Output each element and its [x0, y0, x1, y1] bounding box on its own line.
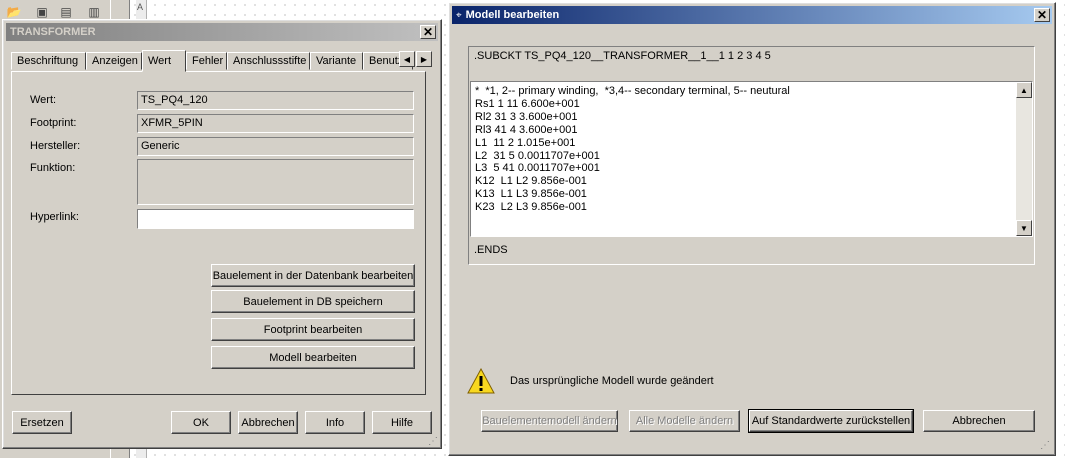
tab-fehler[interactable]: Fehler: [186, 52, 227, 70]
tab-anschlussstifte[interactable]: Anschlussstifte: [227, 52, 310, 70]
model-line: Rl2 31 3 3.600e+001: [475, 110, 578, 123]
ok-button[interactable]: OK: [171, 411, 231, 434]
model-line: L1 11 2 1.015e+001: [475, 136, 576, 149]
model-line: K23 L2 L3 9.856e-001: [475, 201, 587, 214]
model-line: L3 5 41 0.0011707e+001: [475, 162, 600, 175]
new-sheet-icon[interactable]: ▤: [58, 4, 74, 20]
tab-scroll-right-icon[interactable]: ▶: [416, 51, 432, 67]
model-lines: * *1, 2-- primary winding, *3,4-- second…: [471, 82, 1032, 214]
scroll-up-icon[interactable]: ▲: [1016, 82, 1032, 98]
tab-strip: Beschriftung Anzeigen Wert Fehler Anschl…: [11, 50, 416, 72]
ends-line: .ENDS: [474, 244, 508, 256]
wert-label: Wert:: [30, 94, 57, 106]
edit-in-database-button[interactable]: Bauelement in der Datenbank bearbeiten: [211, 264, 415, 287]
vertical-scrollbar[interactable]: ▲ ▼: [1016, 82, 1032, 236]
funktion-field: [137, 159, 414, 205]
info-button[interactable]: Info: [305, 411, 365, 434]
funktion-label: Funktion:: [30, 162, 76, 174]
hersteller-field: Generic: [137, 137, 414, 156]
tab-anzeigen[interactable]: Anzeigen: [86, 52, 142, 70]
model-line: K12 L1 L2 9.856e-001: [475, 175, 587, 188]
edit-footprint-button[interactable]: Footprint bearbeiten: [211, 318, 415, 341]
close-icon[interactable]: ✕: [420, 25, 436, 39]
modell-cancel-button[interactable]: Abbrechen: [923, 410, 1035, 432]
modell-titlebar[interactable]: ⌖ Modell bearbeiten ✕: [452, 6, 1052, 24]
modell-title: Modell bearbeiten: [465, 9, 560, 21]
hyperlink-input[interactable]: [137, 209, 414, 229]
tab-variante[interactable]: Variante: [310, 52, 363, 70]
wert-field: TS_PQ4_120: [137, 91, 414, 110]
cancel-button[interactable]: Abbrechen: [238, 411, 298, 434]
scroll-down-icon[interactable]: ▼: [1016, 220, 1032, 236]
warning-icon: [467, 368, 495, 394]
model-line: K13 L1 L3 9.856e-001: [475, 188, 587, 201]
model-line: Rs1 1 11 6.600e+001: [475, 97, 580, 110]
replace-button[interactable]: Ersetzen: [12, 411, 72, 434]
transformer-title: TRANSFORMER: [10, 26, 96, 38]
save-icon[interactable]: ▣: [34, 4, 50, 20]
hersteller-label: Hersteller:: [30, 140, 81, 152]
tab-beschriftung[interactable]: Beschriftung: [11, 52, 86, 70]
ruler-marker: A: [137, 2, 144, 12]
print-icon[interactable]: ▥: [86, 4, 102, 20]
save-in-database-button[interactable]: Bauelement in DB speichern: [211, 290, 415, 313]
change-all-models-button[interactable]: Alle Modelle ändern: [629, 410, 740, 432]
app-icon: ⌖: [456, 9, 462, 21]
footprint-field: XFMR_5PIN: [137, 114, 414, 133]
modell-resize-grip-icon[interactable]: ⋰: [1040, 440, 1052, 452]
footprint-label: Footprint:: [30, 117, 77, 129]
model-line: * *1, 2-- primary winding, *3,4-- second…: [475, 85, 790, 97]
transformer-titlebar[interactable]: TRANSFORMER ✕: [6, 23, 438, 41]
tab-scroll-left-icon[interactable]: ◀: [399, 51, 415, 67]
help-button[interactable]: Hilfe: [372, 411, 432, 434]
resize-grip-icon[interactable]: ⋰: [428, 436, 440, 448]
model-line: Rl3 41 4 3.600e+001: [475, 123, 578, 136]
edit-model-button[interactable]: Modell bearbeiten: [211, 346, 415, 369]
modell-close-icon[interactable]: ✕: [1034, 8, 1050, 22]
warning-text: Das ursprüngliche Modell wurde geändert: [510, 375, 714, 387]
reset-defaults-button[interactable]: Auf Standardwerte zurückstellen: [748, 409, 914, 433]
model-text-editor[interactable]: * *1, 2-- primary winding, *3,4-- second…: [470, 81, 1033, 237]
change-component-model-button[interactable]: Bauelementemodell ändern: [481, 410, 618, 432]
hyperlink-label: Hyperlink:: [30, 211, 79, 223]
subckt-header: .SUBCKT TS_PQ4_120__TRANSFORMER__1__1 1 …: [474, 50, 771, 62]
tab-wert[interactable]: Wert: [142, 50, 186, 72]
model-line: L2 31 5 0.0011707e+001: [475, 149, 600, 162]
open-folder-icon[interactable]: 📂: [6, 4, 22, 20]
